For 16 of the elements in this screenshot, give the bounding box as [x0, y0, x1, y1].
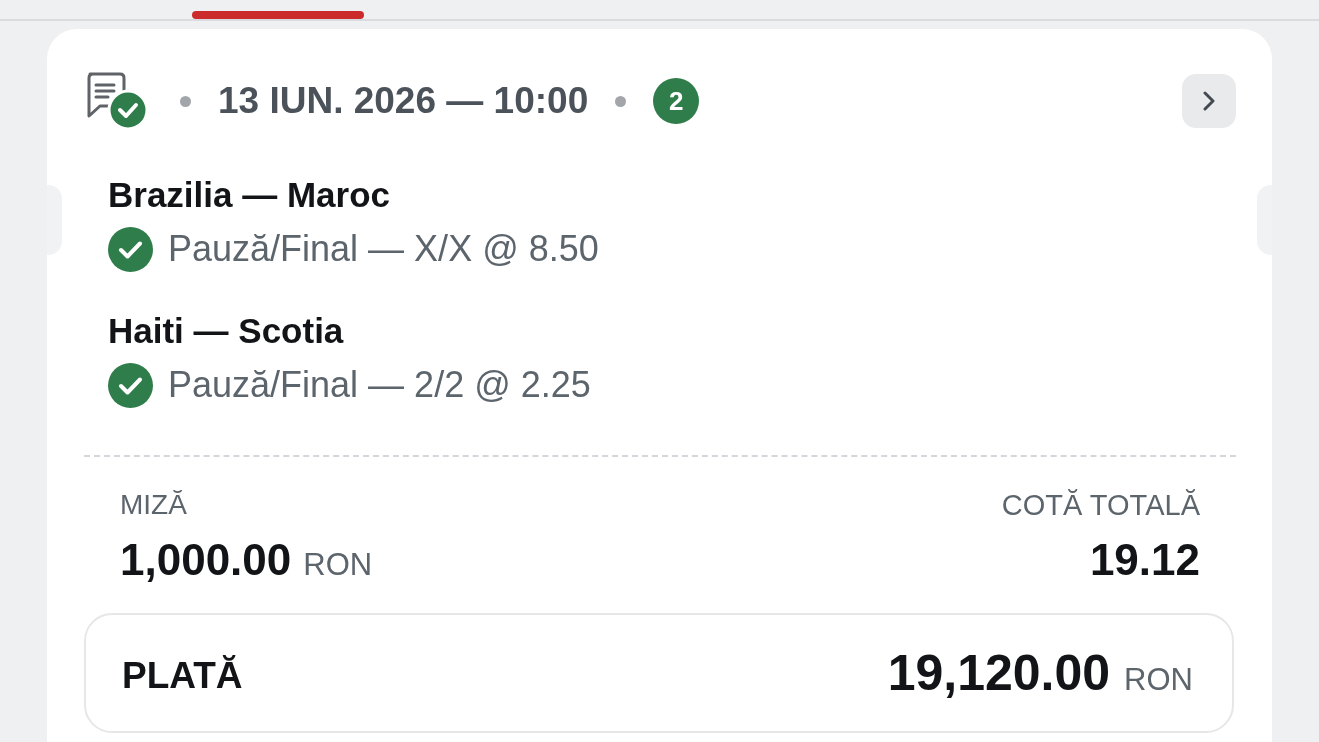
- payout-label: PLATĂ: [122, 654, 243, 698]
- total-odds-value: 19.12: [1089, 535, 1200, 585]
- stake-label: MIZĂ: [120, 488, 187, 522]
- stake-currency: RON: [303, 546, 373, 584]
- match-name: Brazilia — Maroc: [108, 175, 391, 215]
- match-name: Haiti — Scotia: [108, 311, 344, 351]
- payout-currency: RON: [1124, 661, 1193, 699]
- details-button[interactable]: [1182, 74, 1236, 128]
- total-odds-label: COTĂ TOTALĂ: [1001, 488, 1200, 522]
- bet-date: 13 IUN. 2026 — 10:00: [218, 79, 589, 123]
- payout-amount: 19,120.00: [887, 644, 1111, 702]
- selection-count-badge: 2: [653, 78, 700, 124]
- chevron-right-icon: [1203, 91, 1215, 111]
- selection-pick: Pauză/Final — 2/2 @ 2.25: [168, 364, 591, 406]
- selection-pick: Pauză/Final — X/X @ 8.50: [168, 228, 599, 270]
- stake-amount: 1,000.00: [120, 535, 292, 585]
